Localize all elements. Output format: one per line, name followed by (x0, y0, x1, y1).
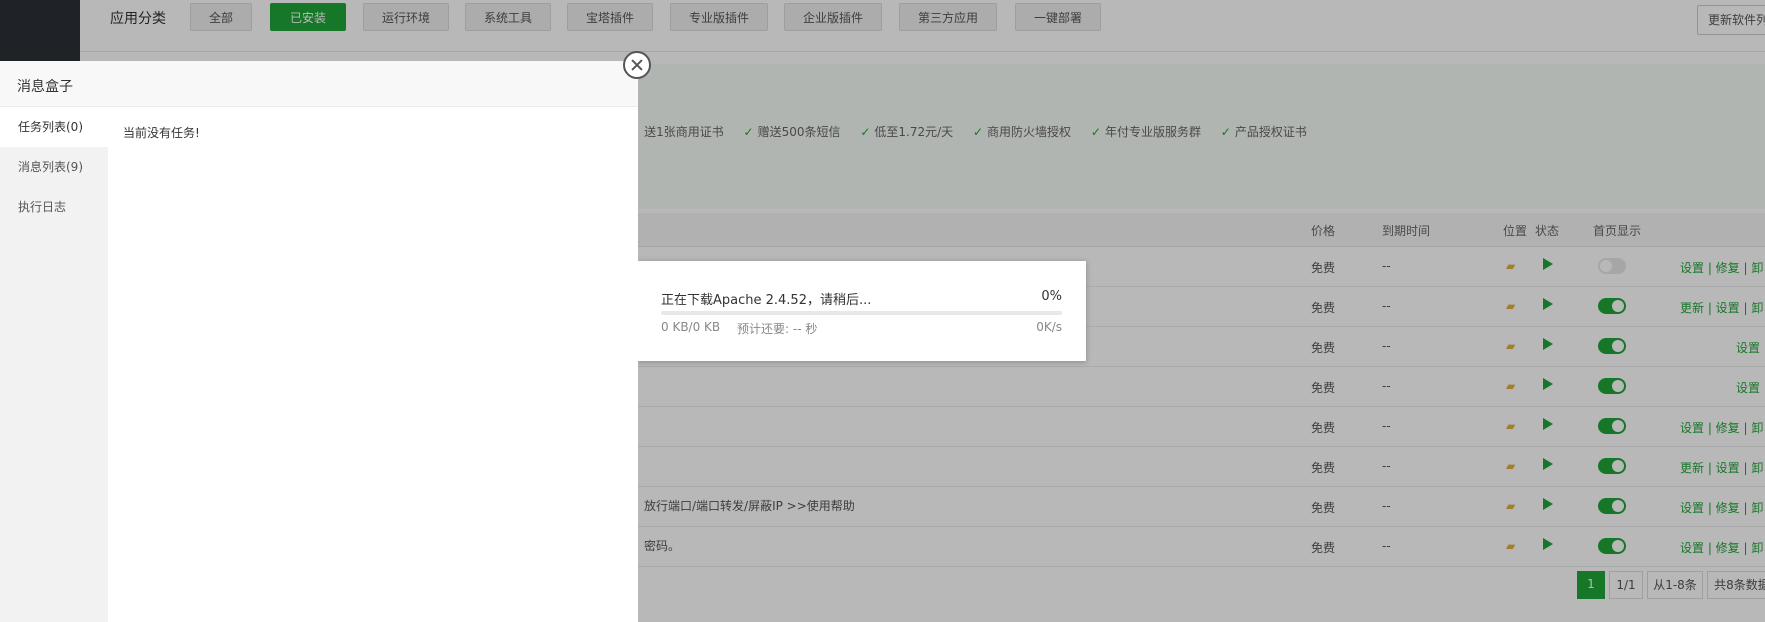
download-message: 正在下载Apache 2.4.52，请稍后... (661, 293, 872, 308)
tab-execution-log[interactable]: 执行日志 (0, 187, 108, 227)
download-percent: 0% (1041, 289, 1062, 304)
download-speed: 0K/s (1036, 320, 1062, 334)
message-box-panel: 消息盒子 任务列表(0) 消息列表(9) 执行日志 当前没有任务! (0, 61, 638, 622)
message-box-title: 消息盒子 (17, 79, 73, 95)
download-progress-dialog: 正在下载Apache 2.4.52，请稍后... 0% 0 KB/0 KB 预计… (637, 261, 1086, 361)
message-box-tabs: 任务列表(0) 消息列表(9) 执行日志 (0, 107, 108, 622)
task-empty-text: 当前没有任务! (123, 126, 200, 140)
download-progress-bar (661, 311, 1062, 315)
download-size: 0 KB/0 KB (661, 320, 721, 334)
close-icon[interactable] (623, 51, 651, 79)
message-box-header: 消息盒子 (0, 61, 638, 107)
download-eta: 预计还要: -- 秒 (737, 322, 818, 336)
tab-task-list[interactable]: 任务列表(0) (0, 107, 108, 147)
tab-message-list[interactable]: 消息列表(9) (0, 147, 108, 187)
